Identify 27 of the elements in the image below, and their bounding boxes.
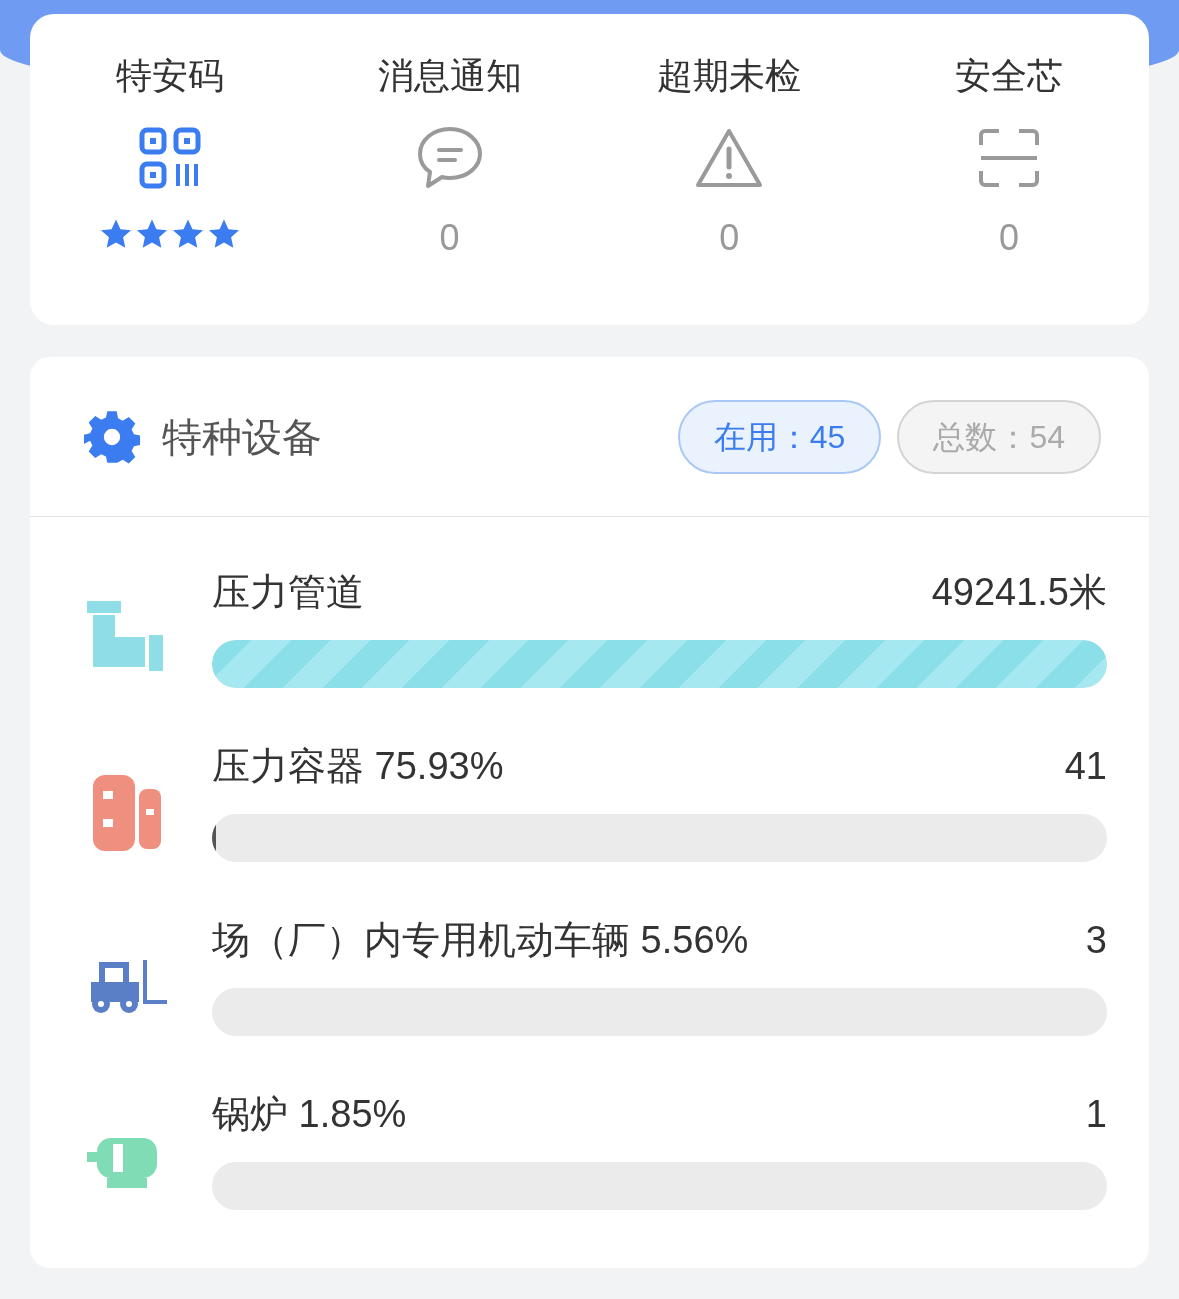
shortcut-label[interactable]: 消息通知 [377, 54, 522, 98]
equipment-value: 3 [1085, 918, 1107, 963]
total-badge: 总数：54 [897, 399, 1101, 474]
qr-code-icon [138, 127, 201, 189]
equipment-value: 49241.5米 [931, 570, 1107, 615]
count: 0 [999, 218, 1020, 258]
equipment-value: 1 [1085, 1092, 1107, 1137]
chat-bubble-icon [415, 125, 484, 191]
count: 0 [719, 218, 740, 258]
scan-icon [977, 127, 1042, 189]
shortcut-label[interactable]: 安全芯 [955, 54, 1064, 98]
equipment-label: 压力管道 [212, 570, 364, 615]
equipment-label: 压力容器 75.93% [212, 744, 504, 789]
settings-icon [84, 408, 140, 465]
star-icon [170, 218, 205, 250]
star-icon [134, 218, 169, 250]
star-icon [206, 218, 241, 250]
star-icon [98, 218, 133, 250]
count: 0 [439, 218, 460, 258]
equipment-label: 锅炉 1.85% [212, 1092, 407, 1137]
equipment-label: 场（厂）内专用机动车辆 5.56% [212, 918, 749, 963]
warning-icon [695, 127, 764, 189]
equipment-value: 41 [1064, 744, 1107, 789]
shortcut-label[interactable]: 超期未检 [657, 54, 802, 98]
in-use-badge: 在用：45 [677, 399, 882, 474]
shortcut-label[interactable]: 特安码 [115, 54, 224, 98]
section-title: 特种设备 [162, 413, 322, 461]
